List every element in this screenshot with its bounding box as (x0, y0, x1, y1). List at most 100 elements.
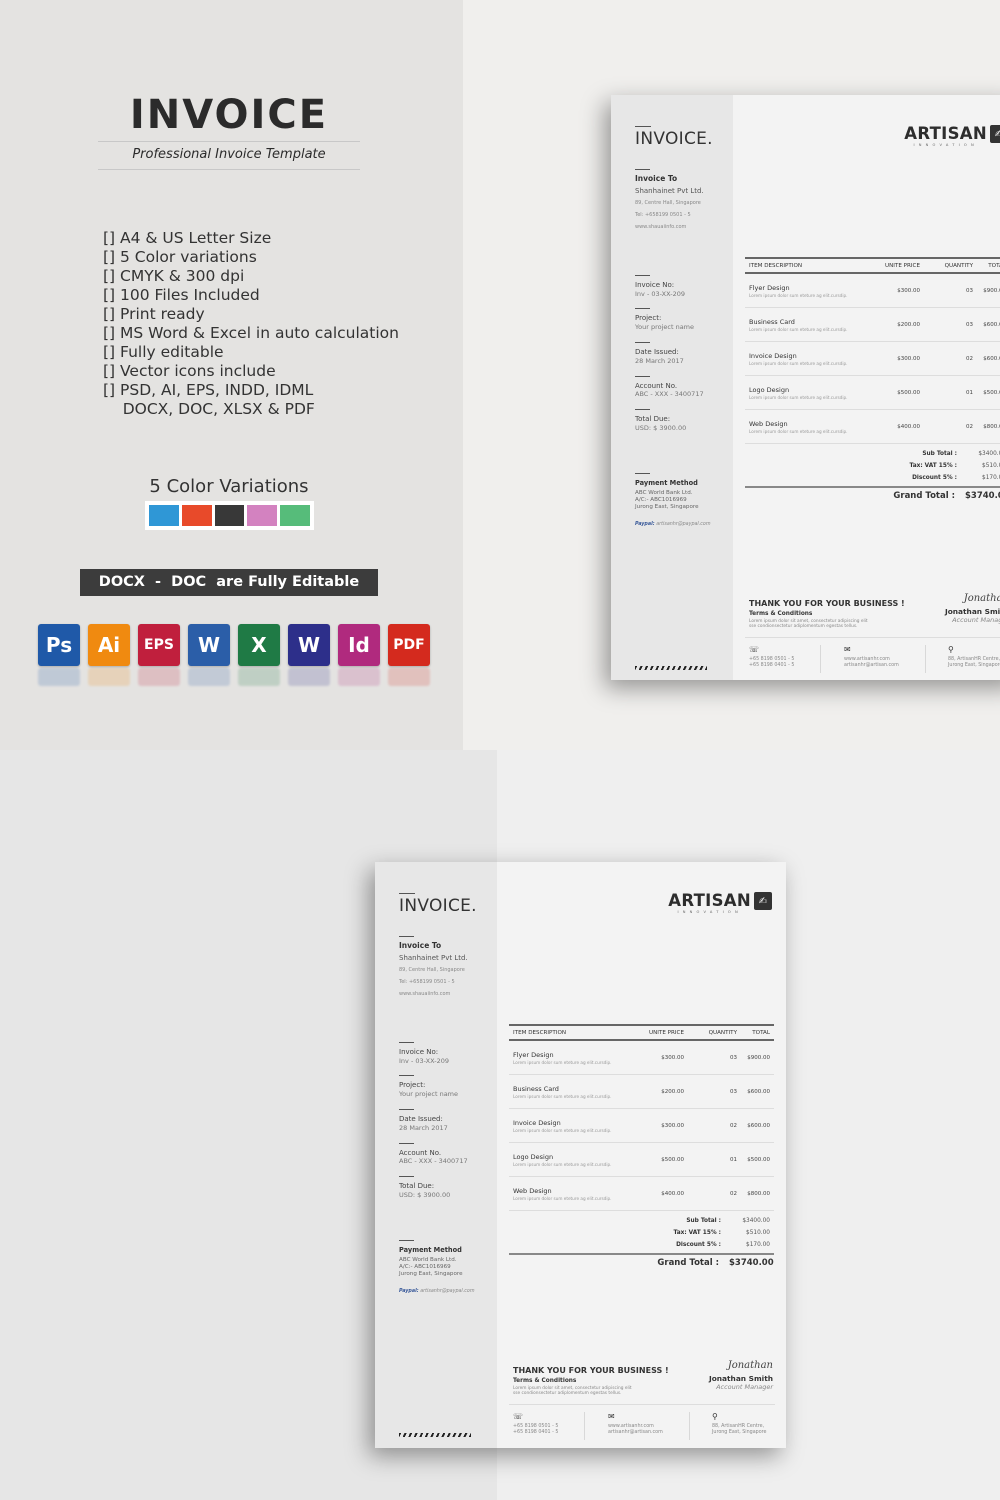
grand-total-value: $3740.00 (965, 491, 1000, 501)
meta-label: Date Issued: (635, 348, 679, 356)
color-swatch[interactable] (214, 505, 245, 526)
invoice-table: ITEM DESCRIPTION UNITE PRICE QUANTITY TO… (509, 1024, 774, 1271)
terms-label: Terms & Conditions (513, 1378, 577, 1384)
item-name: Logo Design (513, 1152, 554, 1161)
phone-icon: ☏ (749, 645, 760, 654)
footer-address: ⚲ 88, ArtisanHR Centre, Jurong East, Sin… (948, 645, 1000, 669)
feature-item: [] A4 & US Letter Size (103, 229, 272, 247)
table-row: Flyer Design Lorem ipsum dolor sum etetur… (745, 274, 1000, 308)
meta-label: Project: (399, 1081, 426, 1089)
paypal-line: Paypal: artisanhr@paypal.com (399, 1289, 475, 1294)
summary-label: Sub Total : (686, 1218, 721, 1224)
feature-list: [] A4 & US Letter Size [] 5 Color variat… (103, 229, 399, 419)
table-body: Flyer Design Lorem ipsum dolor sum etetur… (509, 1041, 774, 1211)
line-total: $600.00 (747, 1122, 770, 1129)
summary-value: $3400.00 (978, 451, 1000, 457)
grand-total-label: Grand Total : (893, 491, 955, 501)
color-swatches (145, 501, 314, 530)
payment-line: A/C:- ABC1016969 (399, 1264, 451, 1270)
quantity: 02 (966, 423, 973, 430)
item-detail: Lorem ipsum dolor sum eteture ag elit.cu… (749, 428, 848, 434)
item-description-cell: Flyer Design Lorem ipsum dolor sum etetur… (745, 284, 874, 298)
invoice-to-label: Invoice To (635, 174, 678, 183)
app-icon-item: Ps (38, 624, 80, 686)
table-row: Web Design Lorem ipsum dolor sum eteture … (509, 1177, 774, 1211)
payment-line: ABC World Bank Ltd. (635, 490, 693, 496)
table-row: Invoice Design Lorem ipsum dolor sum etet… (745, 342, 1000, 376)
summary-row: Tax: VAT 15% : $510.00 (745, 460, 1000, 472)
client-tel: Tel: +658199 0501 - 5 (399, 979, 455, 985)
divider (925, 645, 926, 673)
meta-label: Total Due: (399, 1182, 435, 1190)
item-name: Business Card (513, 1084, 559, 1093)
color-swatch[interactable] (181, 505, 212, 526)
icon-reflection (38, 668, 80, 686)
column-header: ITEM DESCRIPTION (749, 262, 803, 269)
summary-row: Tax: VAT 15% : $510.00 (509, 1227, 774, 1239)
divider (635, 376, 650, 377)
invoice-heading: INVOICE. (399, 893, 477, 916)
item-name: Flyer Design (749, 283, 790, 292)
divider (399, 1075, 414, 1076)
signature-block: Jonathan Jonathan Smith Account Manager (709, 1360, 773, 1391)
divider (635, 409, 650, 410)
footer-phone: ☏ +65 8198 0501 - 5 +65 8198 0401 - 5 (749, 645, 794, 669)
item-detail: Lorem ipsum dolor sum eteture ag elit.cu… (749, 360, 848, 366)
terms-text: sse condionsectetur adiplomentum egestas… (513, 1391, 622, 1396)
table-body: Flyer Design Lorem ipsum dolor sum etetur… (745, 274, 1000, 444)
icon-reflection (188, 668, 230, 686)
client-name: Shanhainet Pvt Ltd. (399, 954, 468, 962)
line-total: $500.00 (747, 1156, 770, 1163)
grand-total-label: Grand Total : (657, 1258, 719, 1268)
app-icon-row: Ps Ai EPS W X W Id PDF (38, 624, 430, 686)
divider (399, 936, 414, 937)
icon-reflection (88, 668, 130, 686)
brand-name: ARTISAN (904, 124, 987, 143)
feature-item: [] Vector icons include (103, 362, 276, 380)
table-row: Business Card Lorem ipsum dolor sum etetu… (745, 308, 1000, 342)
column-header: ITEM DESCRIPTION (513, 1029, 567, 1036)
line-total: $900.00 (747, 1054, 770, 1061)
location-icon: ⚲ (712, 1412, 718, 1421)
item-name: Invoice Design (749, 351, 797, 360)
item-detail: Lorem ipsum dolor sum eteture ag elit.cu… (513, 1059, 612, 1065)
brand-tagline: INNOVATION (913, 143, 978, 147)
terms-text: sse condionsectetur adiplomentum egestas… (749, 624, 858, 629)
color-swatch[interactable] (280, 505, 310, 526)
meta-value: Your project name (399, 1090, 459, 1098)
invoice-heading: INVOICE. (635, 126, 713, 149)
meta-value: ABC - XXX - 3400717 (635, 390, 704, 398)
payment-line: Jurong East, Singapore (399, 1271, 463, 1277)
item-description-cell: Invoice Design Lorem ipsum dolor sum etet… (509, 1119, 638, 1133)
divider (399, 1143, 414, 1144)
address-line: Jurong East, Singapore (948, 663, 1000, 668)
icon-reflection (388, 668, 430, 686)
column-header: TOTAL (752, 1029, 770, 1036)
column-header: QUANTITY (944, 262, 973, 269)
color-swatch[interactable] (247, 505, 278, 526)
phone-icon: ☏ (513, 1412, 524, 1421)
grand-total-value: $3740.00 (729, 1258, 774, 1268)
app-icon-item: PDF (388, 624, 430, 686)
meta-label: Total Due: (635, 415, 671, 423)
payment-line: A/C:- ABC1016969 (635, 497, 687, 503)
color-swatch[interactable] (149, 505, 179, 526)
photoshop-icon: Ps (38, 624, 80, 666)
divider (98, 169, 360, 170)
divider (689, 1412, 690, 1440)
invoice-to-label: Invoice To (399, 941, 442, 950)
table-row: Invoice Design Lorem ipsum dolor sum etet… (509, 1109, 774, 1143)
promo-subtitle: Professional Invoice Template (132, 147, 326, 162)
terms-label: Terms & Conditions (749, 611, 813, 617)
divider (745, 637, 1000, 638)
client-tel: Tel: +658199 0501 - 5 (635, 212, 691, 218)
table-row: Logo Design Lorem ipsum dolor sum eteture… (745, 376, 1000, 410)
quantity: 02 (730, 1190, 737, 1197)
line-total: $600.00 (983, 321, 1000, 328)
summary-row: Discount 5% : $170.00 (745, 472, 1000, 484)
item-detail: Lorem ipsum dolor sum eteture ag elit.cu… (513, 1093, 612, 1099)
thank-you-message: THANK YOU FOR YOUR BUSINESS ! (513, 1366, 669, 1375)
item-detail: Lorem ipsum dolor sum eteture ag elit.cu… (513, 1161, 612, 1167)
summary-label: Tax: VAT 15% : (673, 1230, 721, 1236)
meta-label: Project: (635, 314, 662, 322)
